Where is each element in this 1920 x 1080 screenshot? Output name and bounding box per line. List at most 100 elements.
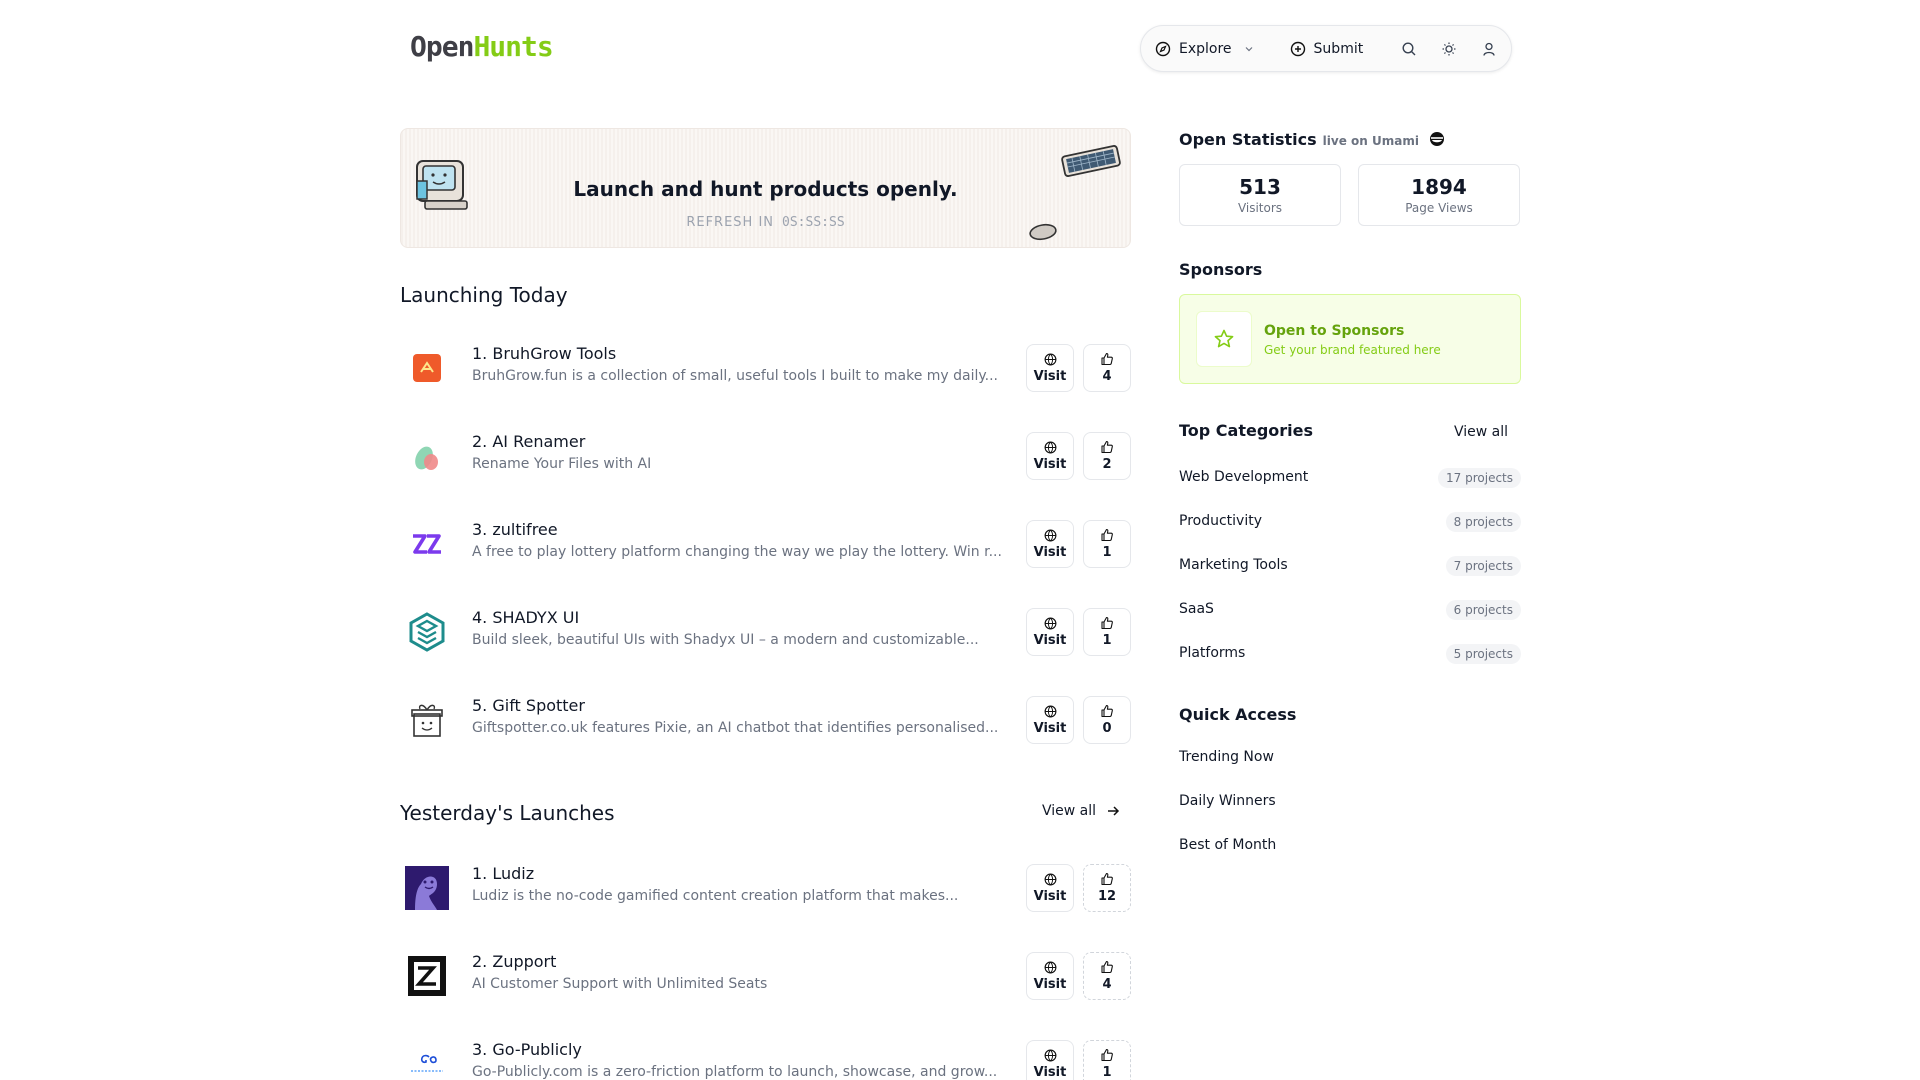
product-row[interactable]: 1. Ludiz Ludiz is the no-code gamified c… — [400, 858, 1132, 918]
theme-toggle[interactable] — [1441, 39, 1457, 59]
visit-button[interactable]: Visit — [1026, 608, 1074, 656]
product-name[interactable]: 3. Go-Publicly — [472, 1040, 582, 1059]
visit-button[interactable]: Visit — [1026, 1040, 1074, 1080]
vote-count: 0 — [1102, 721, 1112, 736]
product-row[interactable]: 2. Zupport AI Customer Support with Unli… — [400, 946, 1132, 1006]
product-row[interactable]: 1. BruhGrow Tools BruhGrow.fun is a coll… — [400, 338, 1132, 398]
category-name: Platforms — [1179, 645, 1246, 661]
page-views-label: Page Views — [1405, 201, 1473, 215]
logo[interactable]: OpenHunts — [410, 30, 554, 63]
visit-button[interactable]: Visit — [1026, 864, 1074, 912]
product-name[interactable]: 4. SHADYX UI — [472, 608, 579, 627]
vote-count: 1 — [1102, 545, 1112, 560]
product-description: Giftspotter.co.uk features Pixie, an AI … — [472, 720, 999, 736]
logo-open-text: Open — [410, 30, 474, 63]
product-row[interactable]: 3. zultifree A free to play lottery plat… — [400, 514, 1132, 574]
sponsor-card[interactable]: Open to Sponsors Get your brand featured… — [1179, 294, 1521, 384]
live-on-umami-link[interactable]: live on Umami — [1323, 134, 1419, 148]
product-description: Go-Publicly.com is a zero-friction platf… — [472, 1064, 998, 1080]
keyboard-illustration-icon — [1061, 145, 1121, 177]
product-name[interactable]: 3. zultifree — [472, 520, 558, 539]
category-row[interactable]: Web Development 17 projects — [1179, 466, 1521, 490]
chevron-down-icon — [1245, 46, 1252, 51]
upvote-button[interactable]: 4 — [1083, 344, 1131, 392]
explore-menu[interactable]: Explore — [1155, 41, 1254, 57]
category-count-badge: 5 projects — [1445, 644, 1521, 664]
product-row[interactable]: 3. Go-Publicly Go-Publicly.com is a zero… — [400, 1034, 1132, 1080]
hero-banner: Launch and hunt products openly. REFRESH… — [400, 128, 1131, 248]
thumbs-up-icon — [1101, 528, 1113, 542]
quick-access-best-of-month-link[interactable]: Best of Month — [1179, 837, 1276, 853]
star-icon — [1214, 329, 1234, 348]
visit-label: Visit — [1033, 1064, 1067, 1080]
category-row[interactable]: Marketing Tools 7 projects — [1179, 554, 1521, 578]
sun-icon — [1442, 42, 1456, 55]
yesterday-view-all-link[interactable]: View all — [1042, 803, 1120, 819]
upvote-button[interactable]: 1 — [1083, 608, 1131, 656]
globe-icon — [1044, 961, 1056, 974]
umami-logo-icon — [1429, 132, 1444, 146]
go-publicly-logo-icon — [411, 1054, 443, 1072]
vote-count: 4 — [1102, 369, 1112, 384]
visit-button[interactable]: Visit — [1026, 432, 1074, 480]
page-views-count: 1894 — [1411, 175, 1467, 199]
gift-spotter-logo-icon — [411, 704, 443, 737]
vote-count: 12 — [1097, 889, 1117, 904]
globe-icon — [1044, 1049, 1056, 1062]
visitors-count: 513 — [1239, 175, 1281, 199]
refresh-timer: 0S:SS:SS — [782, 215, 845, 230]
open-statistics-title: Open Statistics — [1179, 130, 1317, 149]
sponsor-title: Open to Sponsors — [1264, 323, 1405, 339]
product-row[interactable]: 4. SHADYX UI Build sleek, beautiful UIs … — [400, 602, 1132, 662]
category-name: Web Development — [1179, 469, 1309, 485]
page-views-stat: 1894 Page Views — [1358, 164, 1520, 226]
visit-button[interactable]: Visit — [1026, 344, 1074, 392]
quick-access-daily-winners-link[interactable]: Daily Winners — [1179, 793, 1276, 809]
product-row[interactable]: 2. AI Renamer Rename Your Files with AI … — [400, 426, 1132, 486]
visit-button[interactable]: Visit — [1026, 696, 1074, 744]
account-button[interactable] — [1481, 39, 1497, 59]
product-name[interactable]: 2. Zupport — [472, 952, 556, 971]
quick-access-trending-link[interactable]: Trending Now — [1179, 749, 1274, 765]
visit-label: Visit — [1033, 976, 1067, 992]
visit-label: Visit — [1033, 632, 1067, 648]
product-name[interactable]: 1. Ludiz — [472, 864, 534, 883]
product-name[interactable]: 5. Gift Spotter — [472, 696, 585, 715]
refresh-label: REFRESH IN — [686, 215, 775, 230]
hero-title: Launch and hunt products openly. — [573, 177, 958, 201]
top-categories-heading: Top Categories — [1179, 421, 1314, 440]
upvote-button[interactable]: 0 — [1083, 696, 1131, 744]
globe-icon — [1044, 353, 1056, 366]
category-row[interactable]: Platforms 5 projects — [1179, 642, 1521, 666]
categories-view-all-link[interactable]: View all — [1454, 424, 1508, 440]
ai-renamer-logo-icon — [415, 446, 438, 470]
visit-button[interactable]: Visit — [1026, 952, 1074, 1000]
upvote-button[interactable]: 1 — [1083, 1040, 1131, 1080]
visit-button[interactable]: Visit — [1026, 520, 1074, 568]
vote-count: 1 — [1102, 1065, 1112, 1080]
product-row[interactable]: 5. Gift Spotter Giftspotter.co.uk featur… — [400, 690, 1132, 750]
sponsor-subtitle: Get your brand featured here — [1264, 343, 1441, 357]
upvote-button[interactable]: 12 — [1083, 864, 1131, 912]
ludiz-logo-icon — [405, 866, 449, 910]
submit-button[interactable]: Submit — [1290, 40, 1364, 57]
sponsors-heading: Sponsors — [1179, 260, 1263, 279]
sponsor-star-box — [1196, 311, 1252, 367]
upvote-button[interactable]: 1 — [1083, 520, 1131, 568]
category-row[interactable]: SaaS 6 projects — [1179, 598, 1521, 622]
category-name: Productivity — [1179, 513, 1262, 529]
category-row[interactable]: Productivity 8 projects — [1179, 510, 1521, 534]
upvote-button[interactable]: 4 — [1083, 952, 1131, 1000]
submit-label: Submit — [1313, 40, 1364, 57]
thumbs-up-icon — [1101, 704, 1113, 718]
globe-icon — [1044, 705, 1056, 718]
search-button[interactable] — [1401, 39, 1417, 59]
upvote-button[interactable]: 2 — [1083, 432, 1131, 480]
category-count-badge: 8 projects — [1445, 512, 1521, 532]
thumbs-up-icon — [1101, 440, 1113, 454]
product-name[interactable]: 1. BruhGrow Tools — [472, 344, 616, 363]
arrow-right-icon — [1108, 806, 1120, 816]
zupport-logo-icon — [408, 956, 446, 996]
product-name[interactable]: 2. AI Renamer — [472, 432, 585, 451]
product-description: Build sleek, beautiful UIs with Shadyx U… — [472, 632, 979, 648]
